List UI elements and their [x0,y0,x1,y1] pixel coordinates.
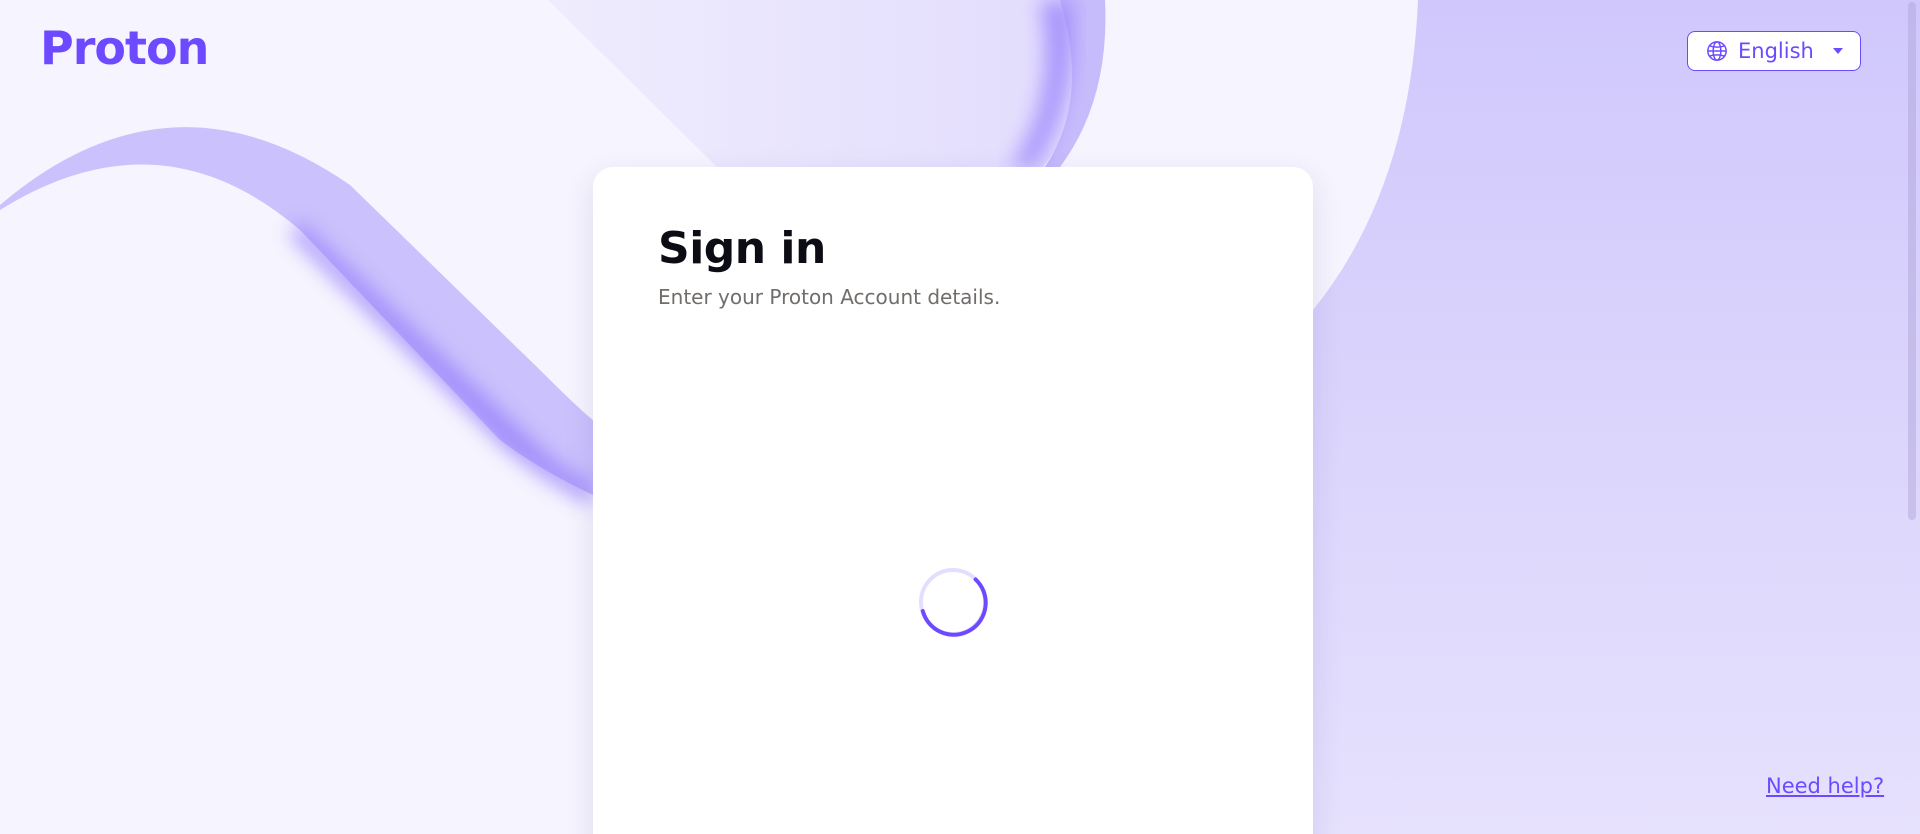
proton-logo[interactable]: Proton [40,25,209,71]
need-help-link[interactable]: Need help? [1766,774,1884,798]
page-subtitle: Enter your Proton Account details. [658,285,1001,309]
page-title: Sign in [658,223,826,274]
globe-icon [1706,40,1728,62]
language-label: English [1738,39,1814,63]
loading-spinner-icon [918,567,988,637]
language-selector-button[interactable]: English [1687,31,1861,71]
scrollbar-thumb[interactable] [1908,2,1916,520]
caret-down-icon [1832,45,1844,57]
signin-card: Sign in Enter your Proton Account detail… [593,167,1313,834]
